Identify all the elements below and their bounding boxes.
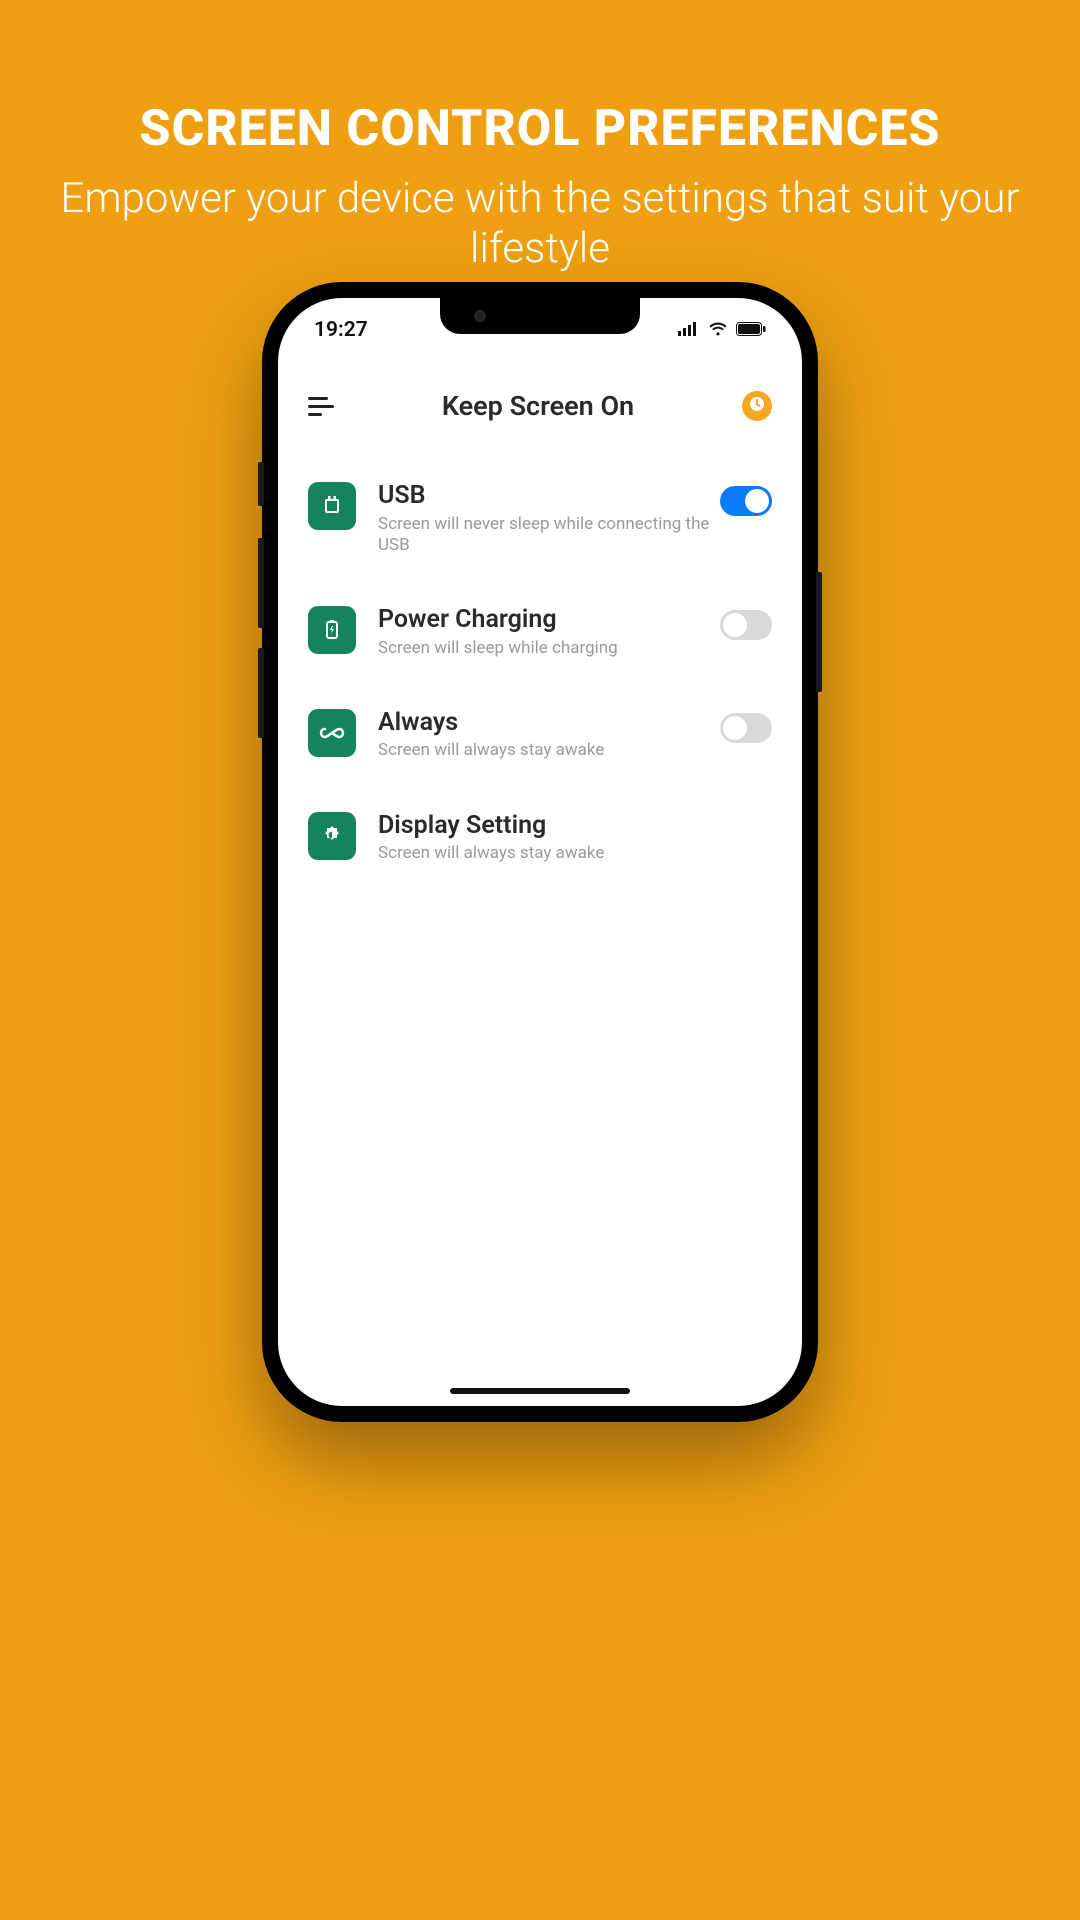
history-button[interactable]: [742, 391, 772, 421]
device-side-button: [258, 462, 264, 506]
setting-row: Always Screen will always stay awake: [308, 709, 772, 762]
device-screen: 19:27 Keep Screen On: [278, 298, 802, 1406]
promo-title: SCREEN CONTROL PREFERENCES: [60, 100, 1020, 158]
setting-text: Power Charging Screen will sleep while ch…: [378, 606, 710, 659]
device-frame: 19:27 Keep Screen On: [262, 282, 818, 1422]
setting-row: USB Screen will never sleep while connect…: [308, 482, 772, 556]
brightness-icon: [308, 812, 356, 860]
page-title: Keep Screen On: [442, 390, 634, 422]
setting-toggle[interactable]: [720, 610, 772, 640]
home-indicator[interactable]: [450, 1388, 630, 1394]
infinity-icon: [308, 709, 356, 757]
setting-description: Screen will sleep while charging: [378, 638, 710, 659]
setting-row: Power Charging Screen will sleep while ch…: [308, 606, 772, 659]
setting-description: Screen will never sleep while connecting…: [378, 514, 710, 557]
status-indicators: [678, 318, 766, 342]
clock-icon: [749, 396, 765, 416]
setting-description: Screen will always stay awake: [378, 843, 772, 864]
cellular-icon: [678, 318, 700, 342]
device-notch: [440, 298, 640, 334]
promo-header: SCREEN CONTROL PREFERENCES Empower your …: [0, 0, 1080, 315]
app-header: Keep Screen On: [278, 350, 802, 422]
setting-title: Power Charging: [378, 606, 710, 634]
usb-icon: [308, 482, 356, 530]
settings-list: USB Screen will never sleep while connect…: [278, 422, 802, 864]
device-side-button: [816, 572, 822, 692]
battery-charging-icon: [308, 606, 356, 654]
setting-description: Screen will always stay awake: [378, 740, 710, 761]
setting-toggle[interactable]: [720, 713, 772, 743]
setting-text: USB Screen will never sleep while connect…: [378, 482, 710, 556]
promo-subtitle: Empower your device with the settings th…: [60, 174, 1020, 275]
setting-title: Always: [378, 709, 710, 737]
setting-title: Display Setting: [378, 812, 772, 840]
setting-text: Display Setting Screen will always stay a…: [378, 812, 772, 865]
battery-icon: [736, 318, 766, 342]
setting-text: Always Screen will always stay awake: [378, 709, 710, 762]
wifi-icon: [708, 318, 728, 342]
device-side-button: [258, 538, 264, 628]
menu-button[interactable]: [308, 397, 334, 416]
device-side-button: [258, 648, 264, 738]
setting-title: USB: [378, 482, 710, 510]
setting-toggle[interactable]: [720, 486, 772, 516]
setting-row[interactable]: Display Setting Screen will always stay a…: [308, 812, 772, 865]
status-time: 19:27: [314, 318, 368, 342]
